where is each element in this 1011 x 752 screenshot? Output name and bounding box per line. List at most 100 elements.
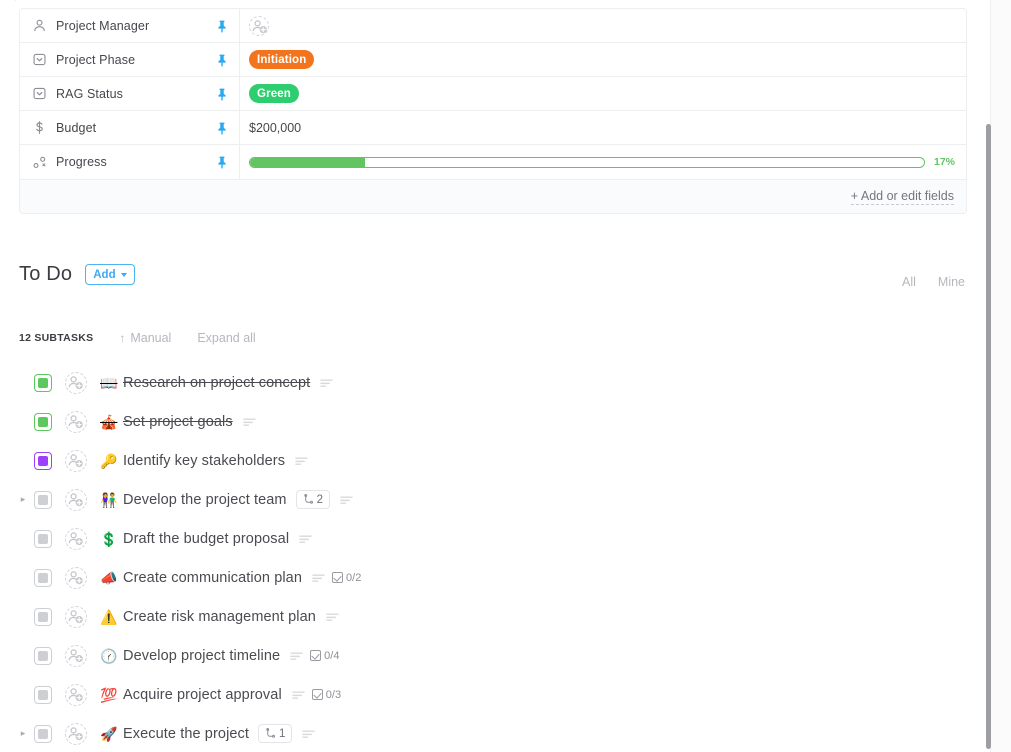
- custom-field-value-cell[interactable]: Green: [240, 77, 966, 110]
- progress-icon: [31, 154, 48, 171]
- subtask-row[interactable]: 💲 Draft the budget proposal: [0, 519, 967, 558]
- task-name[interactable]: Create risk management plan: [123, 609, 316, 625]
- subtask-list: 📖 Research on project concept 🎪 Set project…: [0, 363, 967, 752]
- status-badge[interactable]: Initiation: [249, 50, 315, 69]
- pin-icon[interactable]: [216, 53, 228, 66]
- subtasks-toolbar: 12 SUBTASKS ↑ Manual Expand all: [19, 331, 256, 345]
- add-assignee-icon[interactable]: [249, 15, 269, 36]
- decorative-arc: [0, 0, 21, 19]
- add-or-edit-fields-button[interactable]: + Add or edit fields: [850, 189, 954, 205]
- checklist-chip[interactable]: 0/2: [332, 572, 361, 584]
- task-name[interactable]: Develop the project team: [123, 492, 287, 508]
- add-assignee-icon[interactable]: [65, 683, 87, 706]
- custom-field-name: RAG Status: [56, 86, 123, 101]
- task-name[interactable]: Develop project timeline: [123, 648, 280, 664]
- description-icon[interactable]: [312, 573, 325, 583]
- right-gutter: [990, 0, 1011, 752]
- sort-mode-button[interactable]: ↑ Manual: [119, 331, 171, 345]
- checklist-icon: [332, 572, 344, 583]
- description-icon[interactable]: [302, 729, 316, 739]
- task-status-fill: [38, 455, 48, 466]
- task-name[interactable]: Identify key stakeholders: [123, 453, 285, 469]
- add-button[interactable]: Add: [85, 264, 135, 285]
- task-status-checkbox[interactable]: [34, 412, 52, 431]
- task-emoji-icon: 💯: [100, 686, 118, 703]
- description-icon[interactable]: [326, 612, 339, 622]
- add-assignee-icon[interactable]: [65, 644, 87, 667]
- subtask-row[interactable]: 🎪 Set project goals: [0, 402, 967, 441]
- description-icon[interactable]: [295, 456, 308, 466]
- task-status-checkbox[interactable]: [34, 451, 52, 470]
- task-emoji-icon: 👫: [100, 491, 118, 508]
- task-name[interactable]: Set project goals: [123, 414, 233, 430]
- expand-all-button[interactable]: Expand all: [197, 331, 255, 345]
- subtask-count-label: 12 SUBTASKS: [19, 332, 94, 344]
- subtask-row[interactable]: 💯 Acquire project approval 0/3: [0, 675, 967, 714]
- task-status-checkbox[interactable]: [34, 373, 52, 392]
- task-status-checkbox[interactable]: [34, 685, 52, 704]
- task-status-checkbox[interactable]: [34, 490, 52, 509]
- todo-section-header: To Do Add: [19, 263, 135, 286]
- subtask-count-chip[interactable]: 2: [295, 490, 331, 509]
- filter-tab-mine[interactable]: Mine: [938, 275, 965, 289]
- custom-field-value-cell[interactable]: 17%: [240, 145, 966, 179]
- task-status-checkbox[interactable]: [34, 646, 52, 665]
- subtask-row[interactable]: ▸ 🚀 Execute the project 1: [0, 714, 967, 752]
- expand-chevron-icon[interactable]: ▸: [16, 728, 30, 739]
- custom-field-value-cell[interactable]: Initiation: [240, 43, 966, 76]
- subtask-count-chip[interactable]: 1: [258, 724, 293, 743]
- add-assignee-icon[interactable]: [65, 371, 87, 394]
- status-badge[interactable]: Green: [249, 84, 299, 103]
- checklist-chip[interactable]: 0/3: [311, 689, 341, 701]
- task-status-checkbox[interactable]: [34, 724, 52, 743]
- custom-field-label-cell: Progress: [20, 145, 240, 179]
- description-icon[interactable]: [320, 378, 334, 388]
- pin-icon[interactable]: [216, 87, 228, 100]
- task-emoji-icon: 💲: [100, 530, 118, 547]
- description-icon[interactable]: [242, 417, 256, 427]
- custom-field-name: Project Manager: [56, 18, 150, 33]
- subtask-row[interactable]: 📣 Create communication plan 0/2: [0, 558, 967, 597]
- pin-icon[interactable]: [216, 156, 228, 169]
- custom-field-value-cell[interactable]: [240, 9, 966, 42]
- progress-field: 17%: [249, 156, 966, 168]
- subtask-row[interactable]: 🕜 Develop project timeline 0/4: [0, 636, 967, 675]
- task-status-checkbox[interactable]: [34, 568, 52, 587]
- description-icon[interactable]: [299, 534, 312, 544]
- add-assignee-icon[interactable]: [65, 488, 87, 511]
- subtask-row[interactable]: ▸ 👫 Develop the project team 2: [0, 480, 967, 519]
- progress-bar-track[interactable]: [249, 156, 925, 168]
- vertical-scrollbar-thumb[interactable]: [986, 124, 991, 749]
- person-icon: [31, 17, 48, 34]
- dropdown-field-icon: [31, 51, 48, 68]
- add-assignee-icon[interactable]: [65, 449, 87, 472]
- task-name[interactable]: Execute the project: [123, 726, 249, 742]
- add-assignee-icon[interactable]: [65, 722, 87, 745]
- task-name[interactable]: Research on project concept: [123, 375, 310, 391]
- checklist-progress-label: 0/2: [346, 571, 362, 584]
- subtask-row[interactable]: 📖 Research on project concept: [0, 363, 967, 402]
- checklist-icon: [311, 689, 323, 700]
- pin-icon[interactable]: [216, 19, 228, 32]
- task-name[interactable]: Acquire project approval: [123, 687, 282, 703]
- add-assignee-icon[interactable]: [65, 605, 87, 628]
- pin-icon[interactable]: [216, 121, 228, 134]
- filter-tab-all[interactable]: All: [902, 275, 916, 289]
- add-assignee-icon[interactable]: [65, 410, 87, 433]
- subtask-row[interactable]: ⚠️ Create risk management plan: [0, 597, 967, 636]
- checklist-chip[interactable]: 0/4: [310, 650, 339, 662]
- add-assignee-icon[interactable]: [65, 527, 87, 550]
- task-name[interactable]: Draft the budget proposal: [123, 531, 289, 547]
- dropdown-field-icon: [31, 85, 48, 102]
- custom-field-text-value: $200,000: [249, 120, 302, 135]
- task-status-checkbox[interactable]: [34, 529, 52, 548]
- custom-field-value-cell[interactable]: $200,000: [240, 111, 966, 144]
- task-name[interactable]: Create communication plan: [123, 570, 302, 586]
- subtask-row[interactable]: 🔑 Identify key stakeholders: [0, 441, 967, 480]
- add-assignee-icon[interactable]: [65, 566, 87, 589]
- description-icon[interactable]: [291, 690, 305, 700]
- description-icon[interactable]: [340, 495, 353, 505]
- expand-chevron-icon[interactable]: ▸: [16, 494, 30, 505]
- description-icon[interactable]: [290, 651, 303, 661]
- task-status-checkbox[interactable]: [34, 607, 52, 626]
